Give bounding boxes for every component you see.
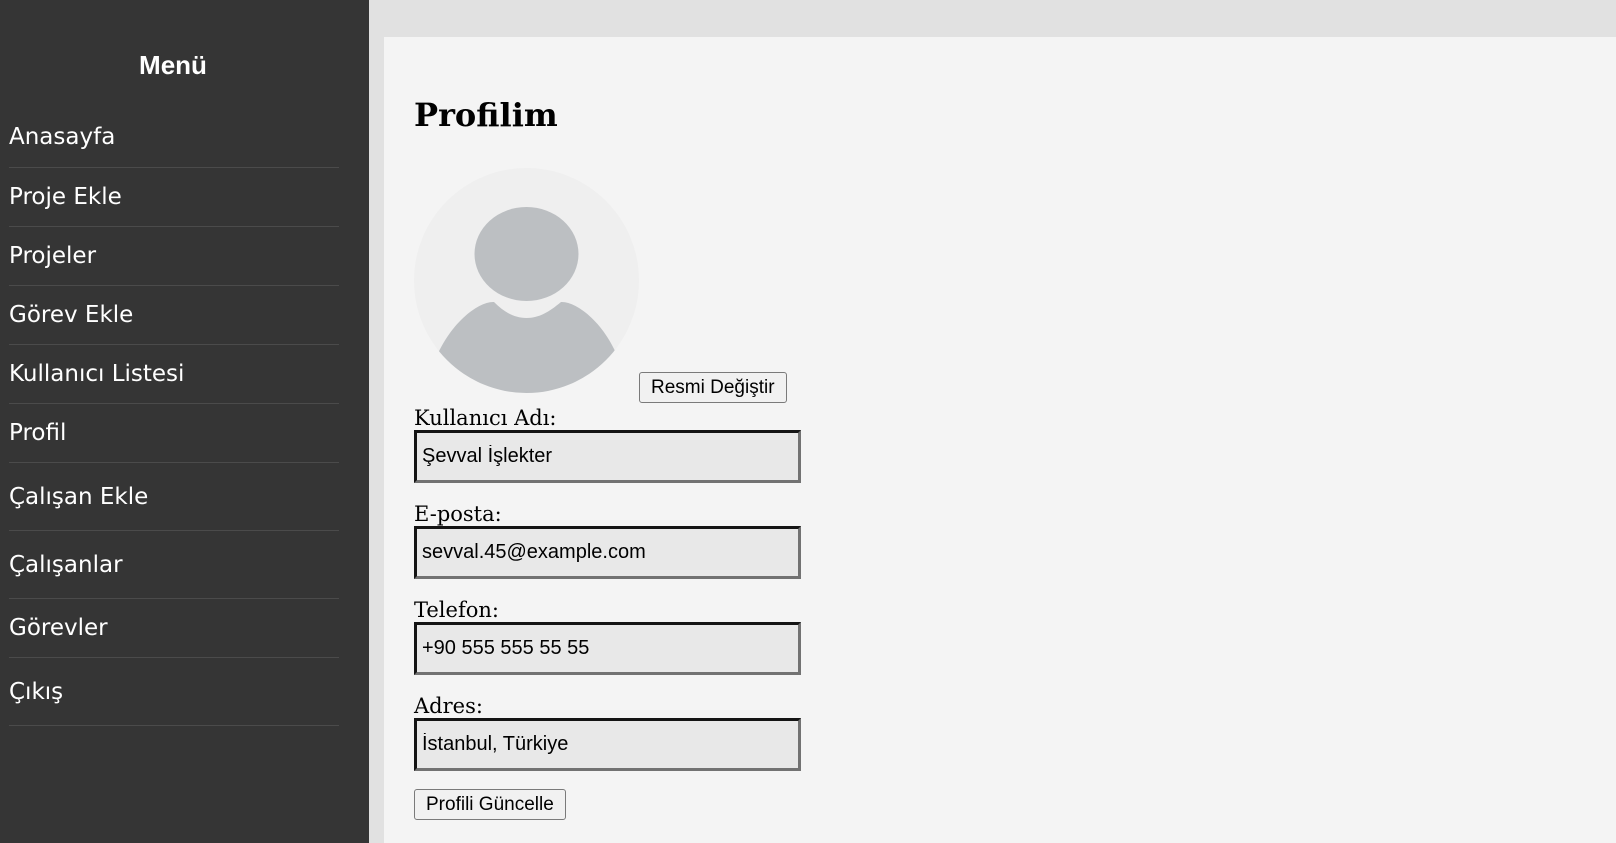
user-silhouette-icon	[414, 168, 639, 393]
sidebar-menu: Anasayfa Proje Ekle Projeler Görev Ekle …	[9, 110, 339, 726]
sidebar-item-label: Anasayfa	[9, 123, 116, 150]
sidebar-item-label: Çalışan Ekle	[9, 483, 149, 510]
sidebar-item-label: Profil	[9, 420, 67, 446]
sidebar-item-projeler[interactable]: Projeler	[9, 227, 339, 286]
sidebar-title: Menü	[139, 50, 207, 80]
phone-label: Telefon:	[414, 598, 499, 622]
username-label: Kullanıcı Adı:	[414, 406, 557, 430]
phone-field[interactable]	[414, 622, 801, 675]
profile-panel: Profilim Resmi Değiştir Kullanıcı Adı: E…	[384, 37, 1616, 843]
address-label: Adres:	[414, 694, 483, 718]
page-title: Profilim	[414, 96, 558, 134]
sidebar-item-profil[interactable]: Profil	[9, 404, 339, 463]
sidebar-item-label: Proje Ekle	[9, 184, 122, 210]
email-field[interactable]	[414, 526, 801, 579]
sidebar-item-cikis[interactable]: Çıkış	[9, 658, 339, 726]
sidebar-item-gorevler[interactable]: Görevler	[9, 599, 339, 658]
sidebar-item-label: Çalışanlar	[9, 551, 123, 578]
sidebar-item-label: Görev Ekle	[9, 302, 134, 328]
update-profile-button[interactable]: Profili Güncelle	[414, 789, 566, 820]
sidebar-item-label: Kullanıcı Listesi	[9, 361, 185, 387]
sidebar-item-label: Görevler	[9, 615, 108, 641]
change-photo-button[interactable]: Resmi Değiştir	[639, 372, 787, 403]
sidebar-item-label: Projeler	[9, 243, 97, 269]
username-field[interactable]	[414, 430, 801, 483]
address-field[interactable]	[414, 718, 801, 771]
sidebar-item-calisan-ekle[interactable]: Çalışan Ekle	[9, 463, 339, 531]
sidebar-item-gorev-ekle[interactable]: Görev Ekle	[9, 286, 339, 345]
sidebar-item-calisanlar[interactable]: Çalışanlar	[9, 531, 339, 599]
sidebar-item-proje-ekle[interactable]: Proje Ekle	[9, 168, 339, 227]
email-label: E-posta:	[414, 502, 502, 526]
sidebar-item-kullanici-listesi[interactable]: Kullanıcı Listesi	[9, 345, 339, 404]
sidebar-item-label: Çıkış	[9, 678, 64, 705]
sidebar: Menü Anasayfa Proje Ekle Projeler Görev …	[0, 0, 369, 843]
sidebar-item-anasayfa[interactable]: Anasayfa	[9, 110, 339, 168]
